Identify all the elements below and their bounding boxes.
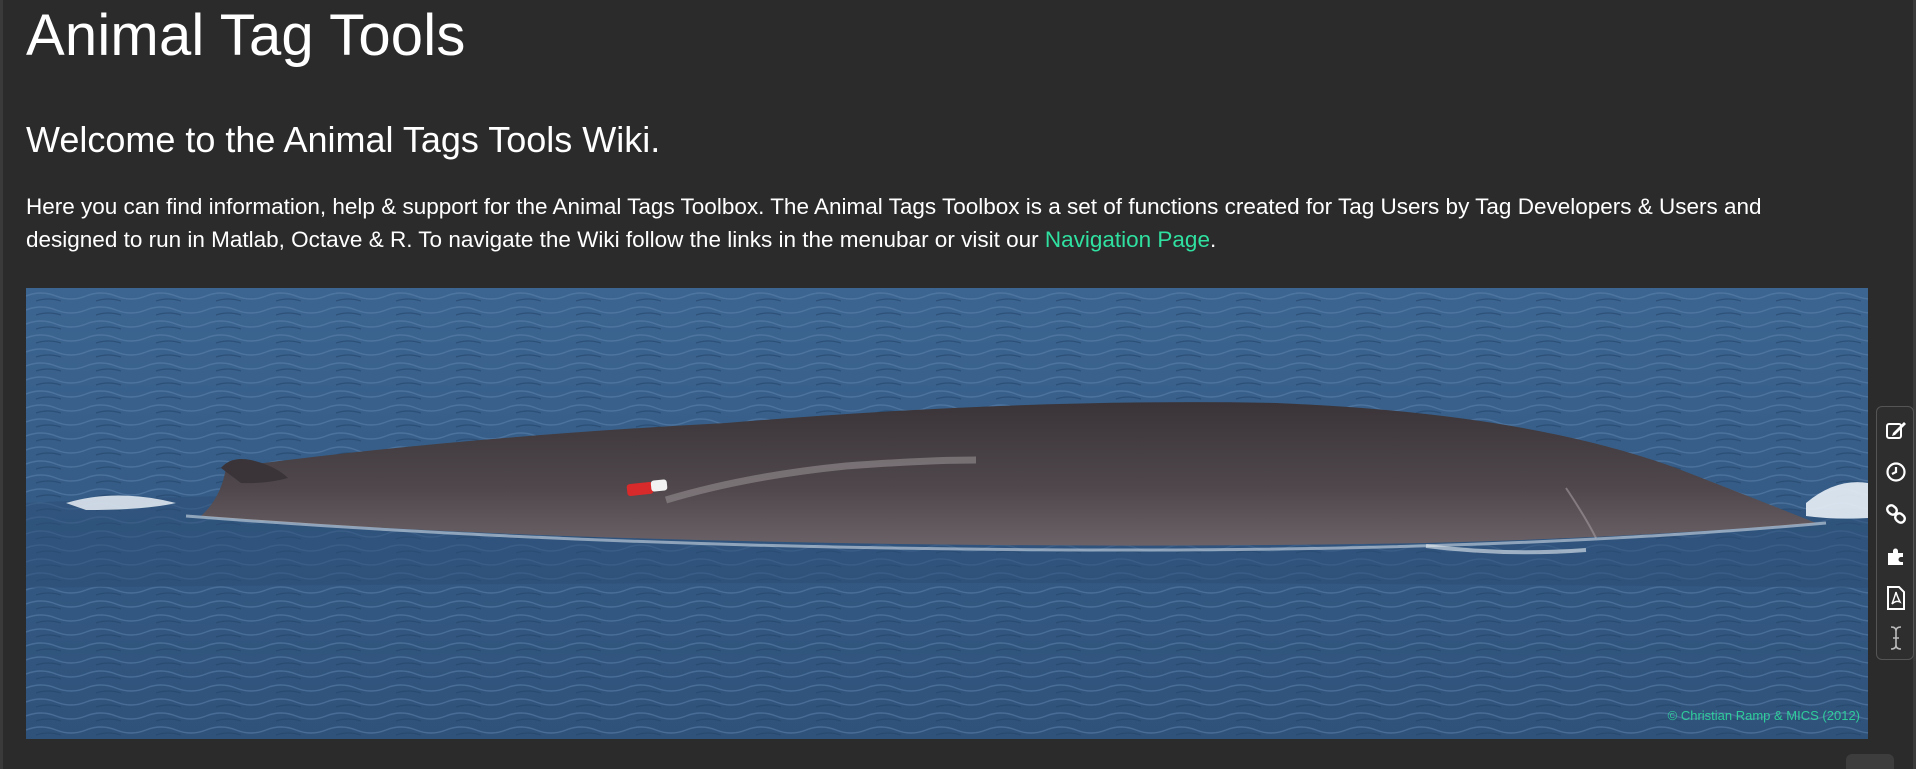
backlinks-button[interactable] xyxy=(1877,497,1915,531)
welcome-heading: Welcome to the Animal Tags Tools Wiki. xyxy=(26,119,661,160)
export-pdf-button[interactable] xyxy=(1877,581,1915,615)
intro-end: . xyxy=(1209,227,1217,252)
left-border xyxy=(0,0,3,769)
revisions-button[interactable] xyxy=(1877,455,1915,489)
intro-text: Here you can find information, help & su… xyxy=(26,194,1762,252)
plugin-icon xyxy=(1885,545,1907,567)
pdf-icon xyxy=(1886,586,1906,610)
history-icon xyxy=(1885,461,1907,483)
navigation-page-link[interactable]: Navigation Page xyxy=(1045,227,1210,252)
photo-credit: © Christian Ramp & MICS (2012) xyxy=(1667,708,1860,723)
page-content: Animal Tag Tools Welcome to the Animal T… xyxy=(26,0,1868,256)
text-cursor-icon xyxy=(1889,625,1903,651)
page: Animal Tag Tools Welcome to the Animal T… xyxy=(0,0,1916,769)
link-icon xyxy=(1885,503,1907,525)
intro-paragraph: Here you can find information, help & su… xyxy=(26,190,1841,256)
page-title: Animal Tag Tools xyxy=(26,3,466,68)
plugins-button[interactable] xyxy=(1877,539,1915,573)
edit-icon xyxy=(1885,420,1907,440)
back-to-top-button[interactable] xyxy=(1846,754,1894,769)
whale-photo: © Christian Ramp & MICS (2012) xyxy=(26,288,1868,739)
edit-page-button[interactable] xyxy=(1877,413,1915,447)
text-cursor-button[interactable] xyxy=(1877,621,1915,655)
page-tools-toolbar xyxy=(1876,406,1914,660)
whale-photo-graphic xyxy=(26,288,1868,739)
